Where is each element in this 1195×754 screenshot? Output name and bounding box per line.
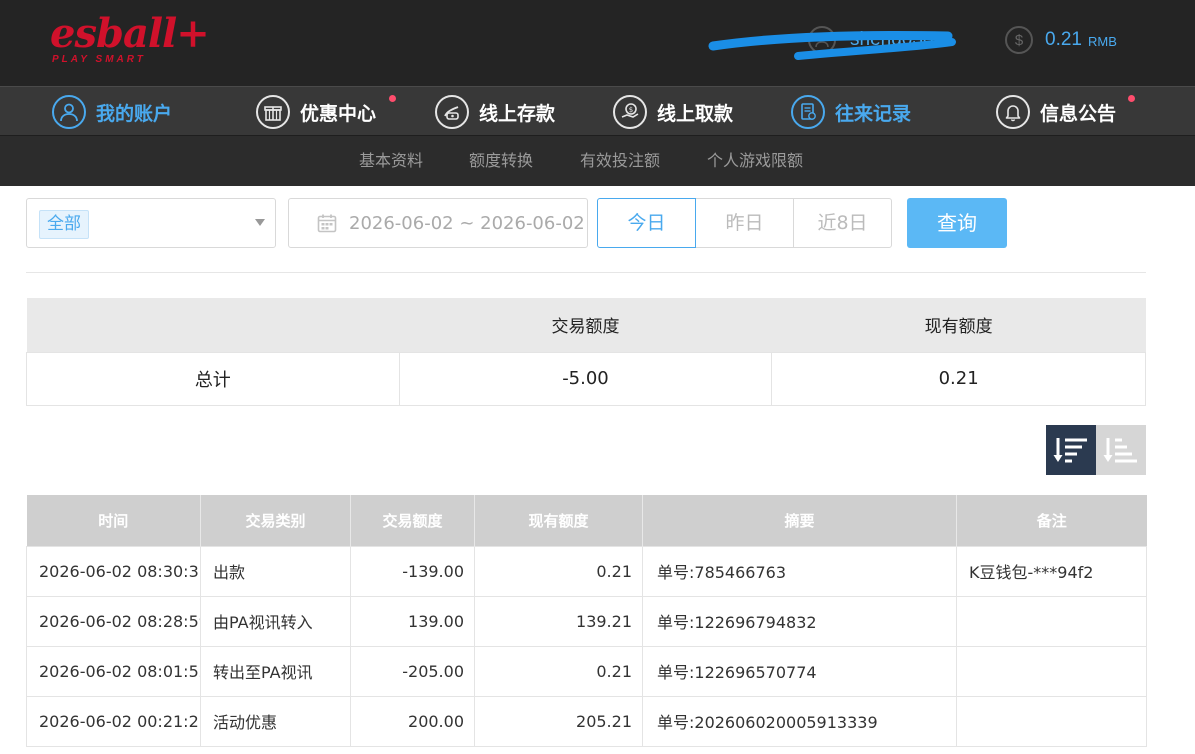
- cell-amount: 200.00: [350, 695, 475, 747]
- chevron-down-icon: [255, 219, 265, 226]
- selected-type-tag: 全部: [39, 210, 89, 239]
- cell-type: 出款: [200, 545, 351, 597]
- sub-nav: 基本资料 额度转换 有效投注额 个人游戏限额: [0, 136, 1195, 186]
- sort-descending-icon: [1053, 438, 1087, 463]
- column-header-time[interactable]: 时间: [26, 495, 201, 546]
- summary-total-row: 总计 -5.00 0.21: [26, 351, 1146, 406]
- table-row[interactable]: 2026-06-02 08:30:37 出款 -139.00 0.21 单号:7…: [26, 545, 1147, 597]
- cell-time: 2026-06-02 08:30:37: [26, 545, 201, 597]
- column-header-balance[interactable]: 现有额度: [474, 495, 643, 546]
- summary-header-balance: 现有额度: [771, 298, 1146, 352]
- summary-header-empty: [26, 298, 400, 352]
- query-button[interactable]: 查询: [907, 198, 1007, 248]
- balance-currency: RMB: [1087, 34, 1117, 49]
- subnav-game-limits[interactable]: 个人游戏限额: [707, 136, 803, 186]
- subnav-basic-info[interactable]: 基本资料: [359, 136, 423, 186]
- gift-icon: [256, 95, 290, 129]
- cell-summary: 单号:202606020005913339: [642, 695, 957, 747]
- transaction-type-select[interactable]: 全部: [26, 198, 276, 248]
- user-icon: [52, 95, 86, 129]
- cell-note: [956, 695, 1147, 747]
- bell-icon: [996, 95, 1030, 129]
- summary-table: 交易额度 现有额度 总计 -5.00 0.21: [26, 298, 1146, 406]
- summary-header-amount: 交易额度: [399, 298, 772, 352]
- cell-amount: -205.00: [350, 645, 475, 697]
- cell-summary: 单号:785466763: [642, 545, 957, 597]
- nav-label: 优惠中心: [300, 102, 377, 125]
- nav-withdraw[interactable]: $ 线上取款: [613, 87, 733, 137]
- divider: [26, 272, 1146, 273]
- summary-total-balance: 0.21: [771, 351, 1146, 406]
- quick-range-group: 今日 昨日 近8日: [597, 198, 892, 248]
- cell-note: [956, 645, 1147, 697]
- cell-amount: 139.00: [350, 595, 475, 647]
- cell-balance: 0.21: [474, 545, 643, 597]
- calendar-icon: [317, 214, 337, 233]
- nav-label: 我的账户: [96, 102, 173, 125]
- cell-time: 2026-06-02 08:01:52: [26, 645, 201, 697]
- summary-total-amount: -5.00: [398, 351, 773, 406]
- column-header-type[interactable]: 交易类别: [200, 495, 351, 546]
- record-icon: [791, 95, 825, 129]
- notification-dot: [389, 95, 396, 102]
- date-range-picker[interactable]: 2026-06-02 ~ 2026-06-02: [288, 198, 588, 248]
- subnav-valid-bets[interactable]: 有效投注额: [580, 136, 660, 186]
- sort-ascending-icon: [1103, 438, 1137, 463]
- records-header-row: 时间 交易类别 交易额度 现有额度 摘要 备注: [26, 495, 1147, 546]
- withdraw-icon: $: [613, 95, 647, 129]
- cell-summary: 单号:122696570774: [642, 645, 957, 697]
- nav-label: 线上取款: [657, 102, 734, 125]
- range-last-8-days-button[interactable]: 近8日: [793, 198, 892, 248]
- subnav-credit-transfer[interactable]: 额度转换: [469, 136, 533, 186]
- nav-my-account[interactable]: 我的账户: [52, 87, 172, 137]
- logo-wordmark: esball+: [50, 10, 210, 57]
- cell-type: 活动优惠: [200, 695, 351, 747]
- svg-text:$: $: [629, 106, 633, 114]
- sort-ascending-button[interactable]: [1096, 425, 1146, 475]
- cell-note: [956, 595, 1147, 647]
- cell-balance: 139.21: [474, 595, 643, 647]
- nav-deposit[interactable]: 线上存款: [435, 87, 555, 137]
- nav-label: 往来记录: [835, 102, 912, 125]
- nav-promotions[interactable]: 优惠中心: [256, 87, 396, 137]
- cell-time: 2026-06-02 08:28:59: [26, 595, 201, 647]
- column-header-summary[interactable]: 摘要: [642, 495, 957, 546]
- main-nav: 我的账户 优惠中心 线上存款 $ 线上取款 往来记录 信息公告: [0, 86, 1195, 136]
- balance-display: $ 0.21 RMB: [1005, 24, 1117, 56]
- nav-label: 信息公告: [1040, 102, 1117, 125]
- currency-icon: $: [1005, 26, 1033, 54]
- esball-logo[interactable]: esball+ PLAY SMART: [50, 14, 210, 70]
- top-header: esball+ PLAY SMART sheng0303 $ 0.21 RMB: [0, 0, 1195, 86]
- table-row[interactable]: 2026-06-02 00:21:27 活动优惠 200.00 205.21 单…: [26, 695, 1147, 747]
- cell-amount: -139.00: [350, 545, 475, 597]
- cell-balance: 205.21: [474, 695, 643, 747]
- nav-announcements[interactable]: 信息公告: [996, 87, 1135, 137]
- cell-time: 2026-06-02 00:21:27: [26, 695, 201, 747]
- transaction-records-table: 时间 交易类别 交易额度 现有额度 摘要 备注 2026-06-02 08:30…: [26, 495, 1147, 747]
- cell-balance: 0.21: [474, 645, 643, 697]
- logo-tagline: PLAY SMART: [52, 54, 146, 65]
- cell-type: 由PA视讯转入: [200, 595, 351, 647]
- column-header-amount[interactable]: 交易额度: [350, 495, 475, 546]
- redaction-scribble: [708, 30, 956, 60]
- cell-type: 转出至PA视讯: [200, 645, 351, 697]
- cell-note: K豆钱包-***94f2: [956, 545, 1147, 597]
- range-today-button[interactable]: 今日: [597, 198, 696, 248]
- cell-summary: 单号:122696794832: [642, 595, 957, 647]
- summary-total-label: 总计: [26, 351, 400, 406]
- sort-descending-button[interactable]: [1046, 425, 1096, 475]
- summary-header-row: 交易额度 现有额度: [26, 298, 1146, 352]
- date-range-value: 2026-06-02 ~ 2026-06-02: [349, 212, 585, 234]
- nav-label: 线上存款: [479, 102, 556, 125]
- column-header-note[interactable]: 备注: [956, 495, 1147, 546]
- deposit-icon: [435, 95, 469, 129]
- nav-transaction-records[interactable]: 往来记录: [791, 87, 911, 137]
- notification-dot: [1128, 95, 1135, 102]
- balance-value: 0.21: [1045, 29, 1082, 50]
- range-yesterday-button[interactable]: 昨日: [695, 198, 794, 248]
- table-row[interactable]: 2026-06-02 08:01:52 转出至PA视讯 -205.00 0.21…: [26, 645, 1147, 697]
- table-row[interactable]: 2026-06-02 08:28:59 由PA视讯转入 139.00 139.2…: [26, 595, 1147, 647]
